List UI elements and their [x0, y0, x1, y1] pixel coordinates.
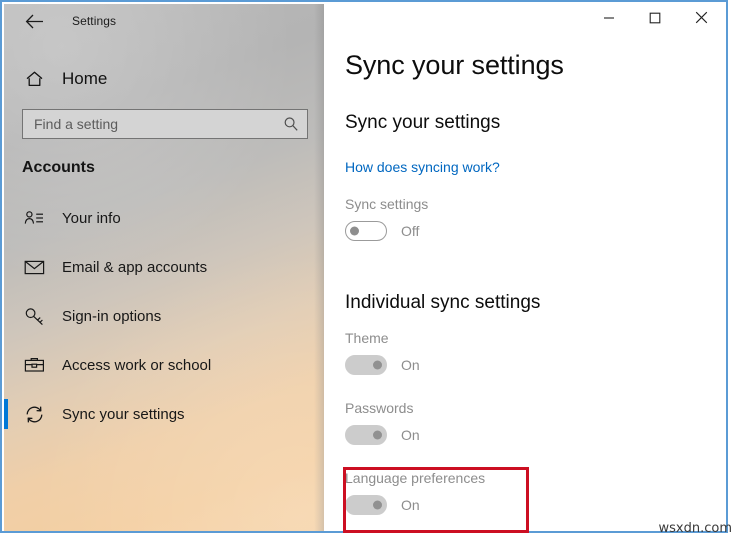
toggle-state-label: On	[401, 497, 420, 513]
briefcase-icon	[14, 356, 54, 374]
sidebar-item-label: Access work or school	[62, 356, 212, 374]
search-box[interactable]	[22, 109, 308, 139]
sync-arrows-icon	[14, 405, 54, 424]
sidebar-item-sync-your-settings[interactable]: Sync your settings	[4, 396, 324, 432]
toggle-state-label: On	[401, 357, 420, 373]
sidebar-item-label: Sync your settings	[62, 405, 185, 423]
sidebar-nav-list: Your info Email & app accounts Sign-in o…	[4, 200, 324, 445]
setting-passwords: Passwords On	[345, 400, 420, 445]
key-icon	[14, 307, 54, 326]
settings-window: Settings Home Accounts	[0, 0, 728, 533]
back-button[interactable]	[14, 5, 54, 37]
app-title: Settings	[72, 14, 117, 28]
toggle-knob	[373, 500, 382, 510]
maximize-button[interactable]	[632, 4, 678, 36]
user-info-icon	[14, 210, 54, 226]
sidebar-item-email-app-accounts[interactable]: Email & app accounts	[4, 249, 324, 285]
setting-label: Sync settings	[345, 196, 429, 212]
close-icon	[695, 11, 708, 29]
section-title-sync: Sync your settings	[345, 112, 501, 133]
setting-label: Language preferences	[345, 470, 486, 486]
main-content: Sync your settings Sync your settings Ho…	[324, 4, 726, 531]
how-does-syncing-work-link[interactable]: How does syncing work?	[345, 159, 500, 175]
title-bar: Settings	[4, 4, 116, 38]
setting-label: Theme	[345, 330, 389, 346]
setting-sync-settings: Sync settings Off	[345, 196, 428, 241]
toggle-row: On	[345, 355, 420, 375]
back-arrow-icon	[25, 14, 44, 29]
sidebar-item-sign-in-options[interactable]: Sign-in options	[4, 298, 324, 334]
section-title-individual-sync: Individual sync settings	[345, 292, 541, 313]
close-button[interactable]	[678, 4, 724, 36]
toggle-state-label: On	[401, 427, 420, 443]
toggle-row: On	[345, 495, 485, 515]
minimize-button[interactable]	[586, 4, 632, 36]
theme-toggle[interactable]	[345, 355, 387, 375]
page-title: Sync your settings	[345, 50, 564, 80]
passwords-toggle[interactable]	[345, 425, 387, 445]
envelope-icon	[14, 259, 54, 275]
home-icon	[14, 70, 54, 88]
toggle-state-label: Off	[401, 223, 420, 239]
sync-settings-toggle[interactable]	[345, 221, 387, 241]
home-label: Home	[62, 69, 108, 88]
setting-language-preferences: Language preferences On	[345, 470, 485, 515]
sidebar-item-label: Your info	[62, 209, 121, 227]
sidebar-item-access-work-or-school[interactable]: Access work or school	[4, 347, 324, 383]
toggle-knob	[373, 430, 382, 440]
search-icon[interactable]	[275, 116, 307, 132]
window-controls	[586, 4, 724, 36]
toggle-row: Off	[345, 221, 428, 241]
toggle-knob	[373, 360, 382, 370]
toggle-knob	[350, 226, 359, 236]
sidebar-item-label: Sign-in options	[62, 307, 162, 325]
language-preferences-toggle[interactable]	[345, 495, 387, 515]
toggle-row: On	[345, 425, 420, 445]
maximize-icon	[649, 11, 661, 29]
sidebar-item-label: Email & app accounts	[62, 258, 208, 276]
sidebar: Settings Home Accounts	[4, 4, 324, 531]
sidebar-section-title: Accounts	[22, 159, 95, 176]
setting-theme: Theme On	[345, 330, 420, 375]
watermark: wsxdn.com	[658, 521, 733, 536]
minimize-icon	[603, 11, 615, 29]
sidebar-item-your-info[interactable]: Your info	[4, 200, 324, 236]
sidebar-item-home[interactable]: Home	[4, 62, 107, 96]
search-input[interactable]	[23, 116, 275, 132]
setting-label: Passwords	[345, 400, 414, 416]
